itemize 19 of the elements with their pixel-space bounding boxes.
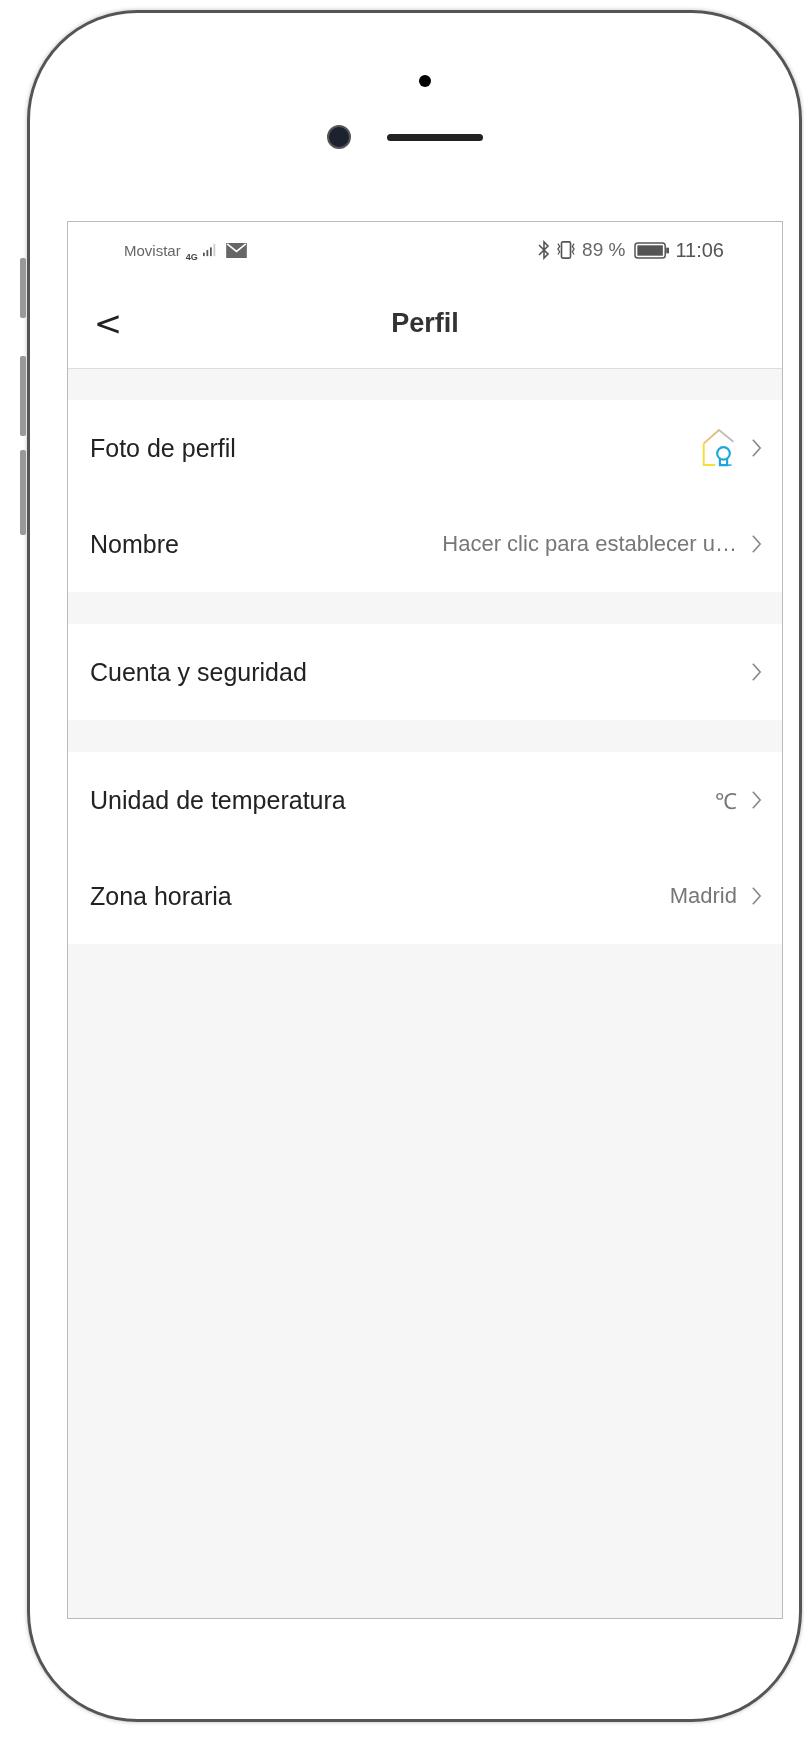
settings-row[interactable]: Unidad de temperatura ℃: [68, 752, 782, 848]
network-type: 4G: [185, 252, 198, 262]
clock-time: 11:06: [675, 238, 724, 262]
page-title: Perfil: [391, 307, 459, 339]
row-value: Madrid: [669, 883, 737, 909]
carrier-name: Movistar: [124, 241, 181, 259]
row-value: ℃: [715, 788, 737, 815]
settings-row[interactable]: Cuenta y seguridad: [68, 624, 782, 720]
row-label: Zona horaria: [90, 881, 232, 911]
row-value: Hacer clic para establecer u…: [442, 531, 737, 557]
row-label: Foto de perfil: [90, 433, 236, 463]
back-button[interactable]: <: [88, 303, 128, 343]
row-label: Unidad de temperatura: [90, 785, 346, 815]
settings-row[interactable]: Zona horaria Madrid: [68, 848, 782, 944]
settings-row[interactable]: Foto de perfil: [68, 400, 782, 496]
battery-percent: 89 %: [582, 239, 626, 261]
row-label: Cuenta y seguridad: [90, 657, 307, 687]
row-label: Nombre: [90, 529, 179, 559]
settings-row[interactable]: Nombre Hacer clic para establecer u…: [68, 496, 782, 592]
